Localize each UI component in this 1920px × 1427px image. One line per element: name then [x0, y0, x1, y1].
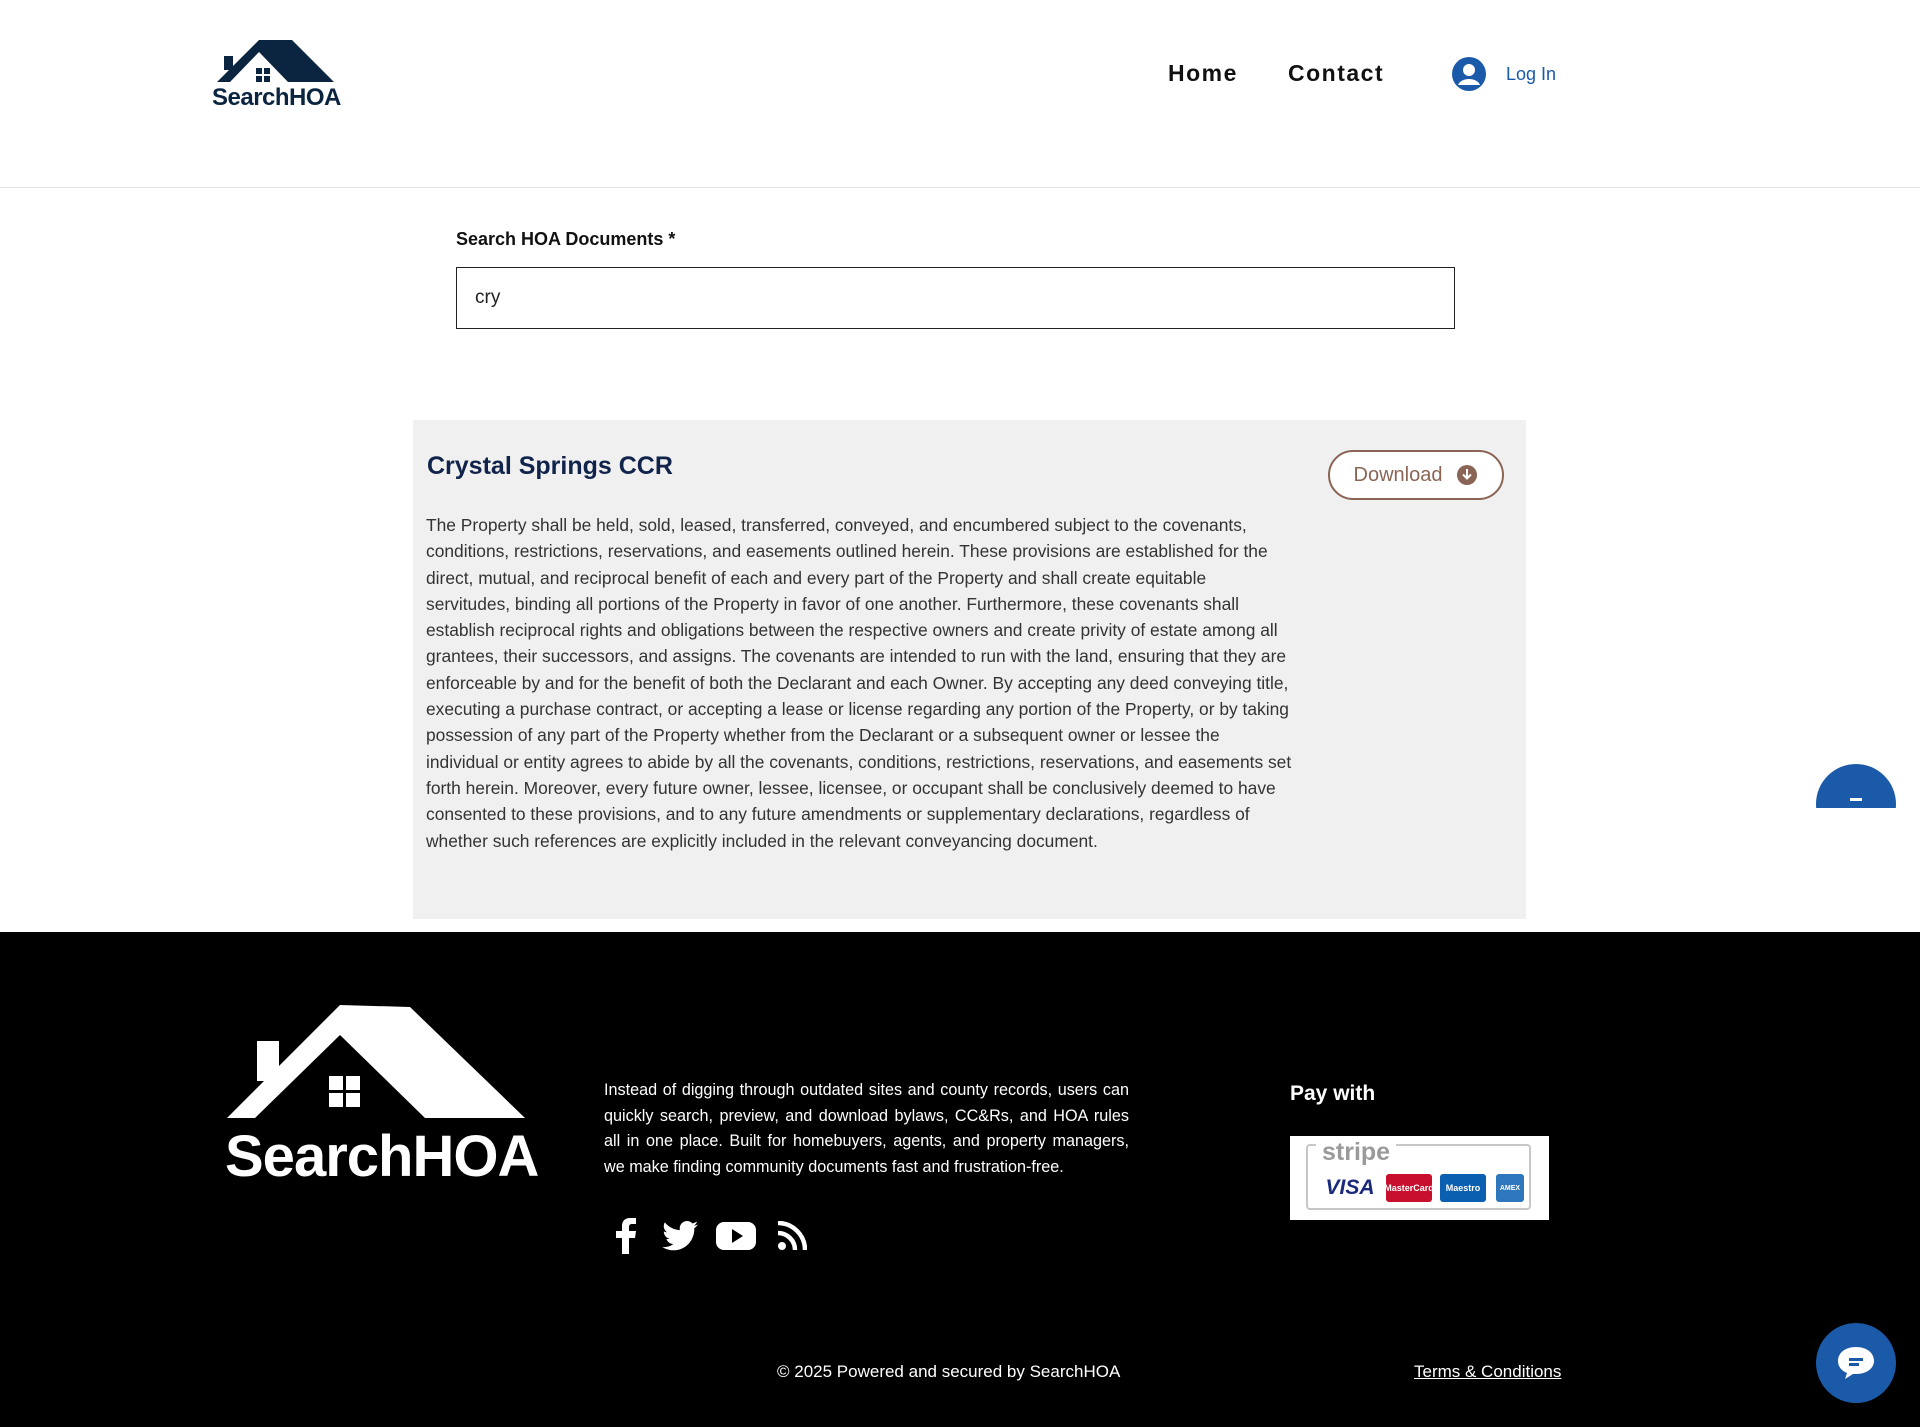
footer-logo[interactable]: SearchHOA [225, 1005, 539, 1189]
login-button[interactable]: Log In [1452, 57, 1556, 91]
chat-icon [1838, 1347, 1874, 1379]
youtube-icon[interactable] [716, 1216, 756, 1256]
chat-widget-button[interactable] [1816, 1323, 1896, 1403]
amex-logo: AMEX [1496, 1174, 1524, 1202]
copyright-text: © 2025 Powered and secured by SearchHOA [777, 1362, 1121, 1381]
mastercard-logo: MasterCard [1384, 1174, 1434, 1202]
twitter-icon[interactable] [660, 1216, 700, 1256]
user-avatar-icon [1452, 57, 1486, 91]
header-logo[interactable]: SearchHOA [212, 38, 341, 112]
footer-logo-wordmark: SearchHOA [225, 1124, 539, 1189]
site-header: SearchHOA Home Contact Log In [0, 0, 1920, 188]
download-label: Download [1353, 463, 1443, 486]
document-title: Crystal Springs CCR [427, 452, 673, 480]
chat-bubble-icon [1816, 764, 1896, 808]
stripe-logo: stripe [1316, 1138, 1397, 1167]
download-arrow-icon [1457, 465, 1478, 485]
login-label: Log In [1506, 63, 1557, 84]
logo-wordmark: SearchHOA [212, 84, 341, 111]
search-label: Search HOA Documents * [456, 229, 676, 249]
maestro-logo: Maestro [1440, 1174, 1486, 1202]
footer-description: Instead of digging through outdated site… [604, 1081, 1129, 1176]
search-input[interactable] [456, 267, 1455, 329]
visa-logo: VISA [1325, 1176, 1375, 1199]
chat-widget-partial[interactable] [1816, 764, 1896, 808]
facebook-icon[interactable] [606, 1216, 646, 1256]
nav-contact[interactable]: Contact [1288, 60, 1384, 87]
terms-link[interactable]: Terms & Conditions [1414, 1362, 1561, 1382]
house-logo-icon [227, 1005, 525, 1118]
site-footer: SearchHOA Instead of digging through out… [0, 932, 1920, 1427]
download-button[interactable]: Download [1328, 450, 1504, 500]
document-result-card: Crystal Springs CCR Download The Propert… [413, 420, 1526, 919]
nav-home[interactable]: Home [1168, 60, 1238, 87]
house-logo-icon [217, 40, 334, 82]
document-excerpt: The Property shall be held, sold, leased… [426, 515, 1292, 851]
rss-icon[interactable] [772, 1216, 812, 1256]
pay-with-heading: Pay with [1290, 1082, 1376, 1105]
payment-methods-badge: stripe VISA MasterCard Maestro AMEX [1290, 1136, 1549, 1220]
